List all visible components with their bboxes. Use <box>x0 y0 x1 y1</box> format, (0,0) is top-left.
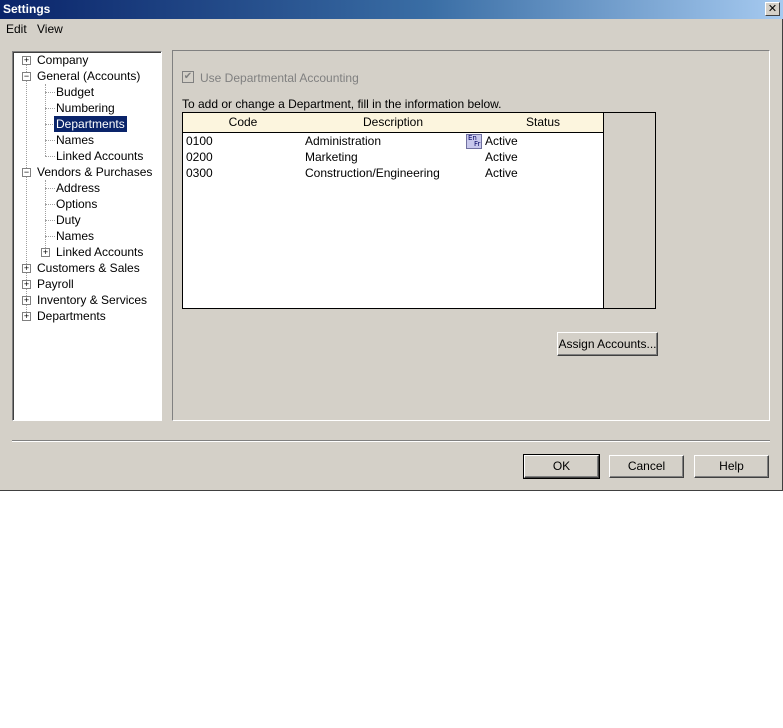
column-header-status[interactable]: Status <box>483 113 604 133</box>
tree-connector <box>45 204 55 205</box>
cell-status[interactable]: Active <box>485 133 518 149</box>
language-icon-line2: Fr <box>474 140 481 148</box>
cell-status[interactable]: Active <box>485 149 518 165</box>
expand-icon[interactable]: + <box>22 312 31 321</box>
expand-icon[interactable]: + <box>22 280 31 289</box>
language-icon[interactable]: En Fr <box>466 134 482 149</box>
assign-accounts-button[interactable]: Assign Accounts... <box>557 332 658 356</box>
expand-icon[interactable]: + <box>22 264 31 273</box>
tree-connector <box>45 140 55 141</box>
cell-description[interactable]: Marketing <box>305 149 358 165</box>
expand-icon[interactable]: + <box>22 296 31 305</box>
menu-edit[interactable]: Edit <box>6 22 27 36</box>
tree-item-departments[interactable]: Departments <box>54 116 127 132</box>
column-header-description[interactable]: Description <box>303 113 484 133</box>
tree-item-customers[interactable]: Customers & Sales <box>37 260 140 276</box>
cell-code[interactable]: 0200 <box>186 149 213 165</box>
use-departmental-checkbox[interactable]: ✔ <box>182 71 194 83</box>
tree-item-vendors[interactable]: Vendors & Purchases <box>37 164 152 180</box>
tree-connector <box>45 188 55 189</box>
collapse-icon[interactable]: − <box>22 168 31 177</box>
tree-item-payroll[interactable]: Payroll <box>37 276 74 292</box>
cell-code[interactable]: 0100 <box>186 133 213 149</box>
instruction-text: To add or change a Department, fill in t… <box>182 97 502 111</box>
tree-item-address[interactable]: Address <box>56 180 100 196</box>
ok-button[interactable]: OK <box>523 454 600 479</box>
settings-window: Settings ✕ Edit View + Company − General… <box>0 0 783 491</box>
tree-connector <box>45 156 55 157</box>
tree-item-company[interactable]: Company <box>37 52 88 68</box>
settings-tree[interactable]: + Company − General (Accounts) Budget Nu… <box>12 51 162 421</box>
cell-description[interactable]: Administration <box>305 133 381 149</box>
cancel-button[interactable]: Cancel <box>609 455 684 478</box>
tree-item-names[interactable]: Names <box>56 132 94 148</box>
tree-item-budget[interactable]: Budget <box>56 84 94 100</box>
collapse-icon[interactable]: − <box>22 72 31 81</box>
close-button[interactable]: ✕ <box>765 2 780 16</box>
menu-bar: Edit View <box>0 20 782 38</box>
cell-description[interactable]: Construction/Engineering <box>305 165 440 181</box>
tree-connector <box>45 92 55 93</box>
help-button[interactable]: Help <box>694 455 769 478</box>
tree-connector <box>45 220 55 221</box>
cell-code[interactable]: 0300 <box>186 165 213 181</box>
tree-connector <box>45 108 55 109</box>
tree-item-linked-accounts[interactable]: Linked Accounts <box>56 148 143 164</box>
tree-item-numbering[interactable]: Numbering <box>56 100 115 116</box>
tree-item-duty[interactable]: Duty <box>56 212 81 228</box>
tree-item-general[interactable]: General (Accounts) <box>37 68 140 84</box>
menu-view[interactable]: View <box>37 22 63 36</box>
column-header-code[interactable]: Code <box>183 113 304 133</box>
tree-item-vendor-names[interactable]: Names <box>56 228 94 244</box>
tree-connector <box>45 84 46 156</box>
expand-icon[interactable]: + <box>22 56 31 65</box>
title-bar[interactable]: Settings ✕ <box>0 0 783 19</box>
expand-icon[interactable]: + <box>41 248 50 257</box>
departments-grid[interactable]: Code Description Status 0100 Administrat… <box>182 112 656 309</box>
tree-item-departments-root[interactable]: Departments <box>37 308 106 324</box>
use-departmental-label: Use Departmental Accounting <box>200 71 359 85</box>
tree-connector <box>45 180 46 252</box>
tree-item-inventory[interactable]: Inventory & Services <box>37 292 147 308</box>
footer-separator <box>12 440 770 442</box>
tree-item-options[interactable]: Options <box>56 196 97 212</box>
tree-connector <box>45 236 55 237</box>
window-title: Settings <box>3 2 51 16</box>
tree-item-vendor-linked-accounts[interactable]: Linked Accounts <box>56 244 143 260</box>
cell-status[interactable]: Active <box>485 165 518 181</box>
